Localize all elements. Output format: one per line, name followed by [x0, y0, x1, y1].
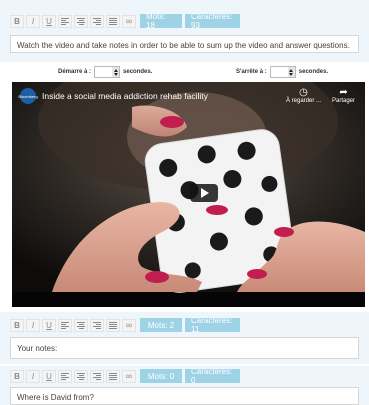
justify-button[interactable]: [106, 369, 120, 383]
underline-button[interactable]: U: [42, 318, 56, 332]
italic-button[interactable]: I: [26, 318, 40, 332]
justify-icon: [109, 321, 117, 329]
word-count-badge: Mots: 0: [140, 369, 182, 383]
align-right-icon: [93, 17, 101, 25]
clock-icon: ◷: [299, 87, 308, 98]
italic-button[interactable]: I: [26, 369, 40, 383]
video-title[interactable]: Inside a social media addiction rehab fa…: [42, 91, 208, 101]
link-icon: ∞: [125, 16, 133, 26]
share-label: Partager: [332, 98, 356, 104]
align-center-button[interactable]: [74, 369, 88, 383]
start-time-input[interactable]: [94, 66, 121, 78]
link-button[interactable]: ∞: [122, 318, 136, 332]
editor-toolbar-2: B I U ∞ Mots: 2 Caractères: 11: [10, 316, 243, 334]
justify-button[interactable]: [106, 14, 120, 28]
align-center-icon: [77, 17, 85, 25]
video-player[interactable]: Bloomberg Inside a social media addictio…: [12, 82, 365, 307]
instructions-text: Watch the video and take notes in order …: [17, 41, 350, 50]
align-center-button[interactable]: [74, 318, 88, 332]
share-icon: ➦: [339, 87, 348, 98]
word-count-badge: Mots: 2: [140, 318, 182, 332]
bold-button[interactable]: B: [10, 14, 24, 28]
end-unit: secondes.: [298, 69, 329, 75]
italic-button[interactable]: I: [26, 14, 40, 28]
spinner-arrows-icon[interactable]: [112, 67, 120, 77]
align-right-button[interactable]: [90, 14, 104, 28]
end-time-group: S'arrête à : secondes.: [236, 66, 328, 78]
justify-icon: [109, 372, 117, 380]
align-center-icon: [77, 372, 85, 380]
justify-button[interactable]: [106, 318, 120, 332]
editor-toolbar-1: B I U ∞ Mots: 18 Caractères: 93: [10, 12, 243, 30]
spinner-arrows-icon[interactable]: [287, 67, 295, 77]
align-left-icon: [61, 17, 69, 25]
align-left-icon: [61, 372, 69, 380]
link-icon: ∞: [125, 371, 133, 381]
video-thumbnail: [12, 82, 365, 307]
align-right-button[interactable]: [90, 318, 104, 332]
char-count-badge: Caractères: 93: [185, 12, 240, 30]
notes-text: Your notes:: [17, 344, 58, 353]
editor-toolbar-3: B I U ∞ Mots: 0 Caractères: 0: [10, 367, 243, 385]
char-count-badge: Caractères: 0: [185, 367, 240, 385]
align-left-icon: [61, 321, 69, 329]
word-count-badge: Mots: 18: [140, 12, 182, 30]
end-time-input[interactable]: [269, 66, 296, 78]
link-button[interactable]: ∞: [122, 369, 136, 383]
watch-later-label: À regarder ...: [286, 98, 322, 104]
align-right-icon: [93, 321, 101, 329]
underline-button[interactable]: U: [42, 369, 56, 383]
align-center-icon: [77, 321, 85, 329]
channel-logo[interactable]: Bloomberg: [18, 88, 38, 104]
align-right-icon: [93, 372, 101, 380]
align-center-button[interactable]: [74, 14, 88, 28]
char-count-badge: Caractères: 11: [185, 316, 240, 334]
time-range-row: Démarre à : secondes. S'arrête à : secon…: [0, 66, 369, 82]
link-button[interactable]: ∞: [122, 14, 136, 28]
align-left-button[interactable]: [58, 14, 72, 28]
share-button[interactable]: ➦ Partager: [332, 87, 356, 105]
instructions-field[interactable]: Watch the video and take notes in order …: [10, 35, 359, 53]
watch-later-button[interactable]: ◷ À regarder ...: [286, 87, 322, 105]
align-left-button[interactable]: [58, 318, 72, 332]
question-field[interactable]: Where is David from?: [10, 387, 359, 405]
justify-icon: [109, 17, 117, 25]
underline-button[interactable]: U: [42, 14, 56, 28]
play-icon: [201, 188, 209, 198]
bold-button[interactable]: B: [10, 318, 24, 332]
question-text: Where is David from?: [17, 393, 94, 402]
start-time-group: Démarre à : secondes.: [58, 66, 152, 78]
end-label: S'arrête à :: [236, 69, 267, 75]
bold-button[interactable]: B: [10, 369, 24, 383]
play-button[interactable]: [190, 184, 218, 202]
align-left-button[interactable]: [58, 369, 72, 383]
align-right-button[interactable]: [90, 369, 104, 383]
notes-field[interactable]: Your notes:: [10, 337, 359, 359]
link-icon: ∞: [125, 320, 133, 330]
start-unit: secondes.: [123, 69, 153, 75]
start-label: Démarre à :: [58, 69, 92, 75]
